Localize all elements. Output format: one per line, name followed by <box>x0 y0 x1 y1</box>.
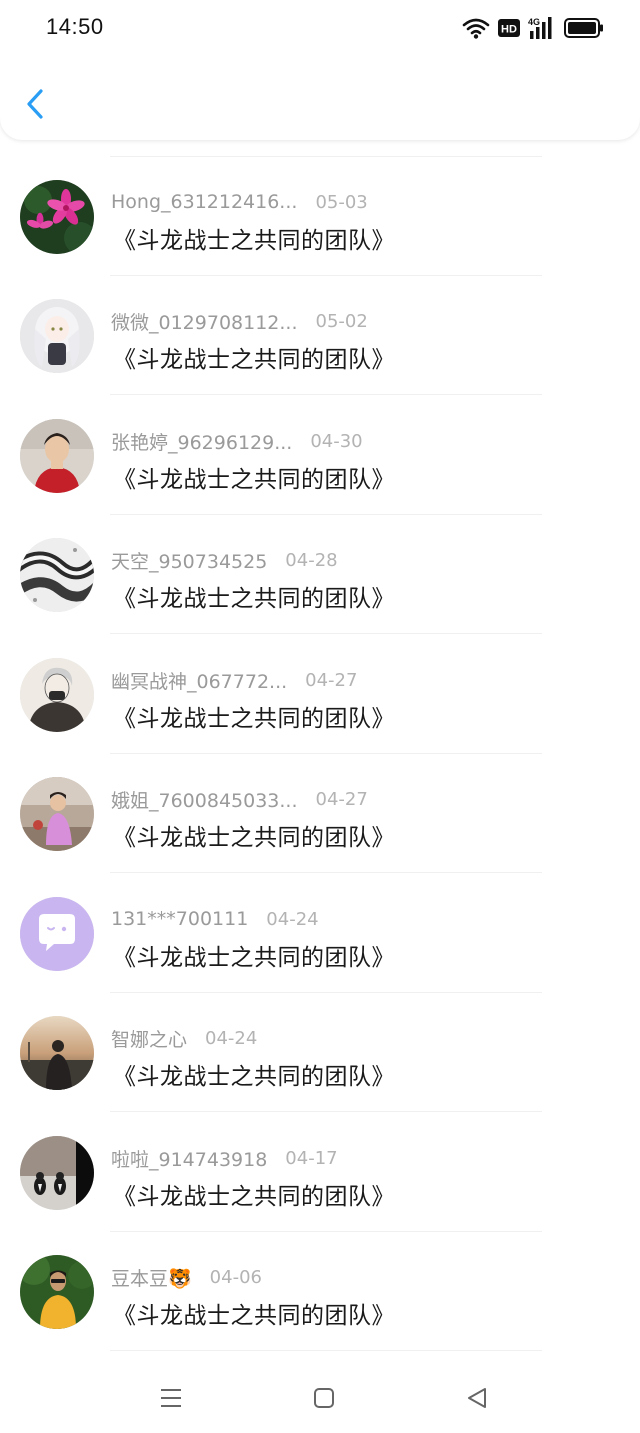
hd-icon: HD <box>498 19 520 37</box>
message-date: 04-24 <box>205 1027 258 1049</box>
message-text[interactable]: 《斗龙战士之共同的团队》 <box>113 938 395 972</box>
username[interactable]: 智娜之心 <box>111 1025 187 1052</box>
username[interactable]: Hong_631212416... <box>111 191 297 213</box>
message-date: 04-06 <box>209 1266 262 1288</box>
list-item[interactable]: 豆本豆🐯 04-06 《斗龙战士之共同的团队》 <box>0 1232 640 1351</box>
signal-4g-icon: 4G <box>528 16 556 40</box>
message-text[interactable]: 《斗龙战士之共同的团队》 <box>113 1057 395 1091</box>
avatar[interactable] <box>20 538 94 612</box>
home-button[interactable] <box>304 1378 344 1418</box>
menu-icon <box>161 1389 181 1407</box>
avatar[interactable] <box>20 1136 94 1210</box>
avatar[interactable] <box>20 777 94 851</box>
message-date: 04-27 <box>315 788 368 810</box>
message-text[interactable]: 《斗龙战士之共同的团队》 <box>113 460 395 494</box>
message-text[interactable]: 《斗龙战士之共同的团队》 <box>113 340 395 374</box>
username[interactable]: 幽冥战神_067772... <box>111 667 287 694</box>
username[interactable]: 天空_950734525 <box>111 547 267 574</box>
list-item[interactable]: 娥姐_7600845033... 04-27 《斗龙战士之共同的团队》 <box>0 754 640 873</box>
list-item[interactable]: 智娜之心 04-24 《斗龙战士之共同的团队》 <box>0 993 640 1112</box>
message-text[interactable]: 《斗龙战士之共同的团队》 <box>113 699 395 733</box>
svg-text:HD: HD <box>501 24 517 36</box>
message-date: 04-17 <box>285 1147 338 1169</box>
message-date: 05-02 <box>315 310 368 332</box>
username[interactable]: 131***700111 <box>111 908 248 930</box>
username[interactable]: 微微_0129708112... <box>111 308 298 335</box>
menu-button[interactable] <box>151 1378 191 1418</box>
list-item[interactable]: 张艳婷_96296129... 04-30 《斗龙战士之共同的团队》 <box>0 396 640 515</box>
home-icon <box>314 1388 334 1408</box>
username[interactable]: 张艳婷_96296129... <box>111 428 292 455</box>
wifi-icon <box>462 16 490 40</box>
avatar[interactable] <box>20 1255 94 1329</box>
divider <box>110 633 542 634</box>
list-item[interactable]: 131***700111 04-24 《斗龙战士之共同的团队》 <box>0 874 640 993</box>
back-triangle-icon <box>468 1388 486 1408</box>
list-item[interactable]: 啦啦_914743918 04-17 《斗龙战士之共同的团队》 <box>0 1113 640 1232</box>
list-item[interactable]: 幽冥战神_067772... 04-27 《斗龙战士之共同的团队》 <box>0 635 640 754</box>
message-date: 05-03 <box>315 191 368 213</box>
username[interactable]: 啦啦_914743918 <box>111 1145 267 1172</box>
list-item[interactable]: Hong_631212416... 05-03 《斗龙战士之共同的团队》 <box>0 157 640 276</box>
system-nav-bar <box>0 1356 640 1433</box>
status-time: 14:50 <box>46 14 104 39</box>
message-text[interactable]: 《斗龙战士之共同的团队》 <box>113 818 395 852</box>
divider <box>110 1111 542 1112</box>
divider <box>110 872 542 873</box>
avatar[interactable] <box>20 299 94 373</box>
message-date: 04-27 <box>305 669 358 691</box>
list-item[interactable]: 天空_950734525 04-28 《斗龙战士之共同的团队》 <box>0 515 640 634</box>
system-back-button[interactable] <box>457 1378 497 1418</box>
avatar[interactable] <box>20 897 94 971</box>
avatar[interactable] <box>20 419 94 493</box>
top-header: 14:50 HD 4G <box>0 0 640 140</box>
chevron-left-icon <box>27 89 43 119</box>
username[interactable]: 豆本豆🐯 <box>111 1264 192 1291</box>
battery-icon <box>564 18 604 38</box>
message-text[interactable]: 《斗龙战士之共同的团队》 <box>113 1177 395 1211</box>
message-text[interactable]: 《斗龙战士之共同的团队》 <box>113 221 395 255</box>
status-bar: 14:50 HD 4G <box>0 0 640 58</box>
list-item[interactable]: 微微_0129708112... 05-02 《斗龙战士之共同的团队》 <box>0 276 640 395</box>
message-text[interactable]: 《斗龙战士之共同的团队》 <box>113 1296 395 1330</box>
divider <box>110 1350 542 1351</box>
avatar[interactable] <box>20 180 94 254</box>
message-date: 04-30 <box>310 430 363 452</box>
divider <box>110 394 542 395</box>
message-text[interactable]: 《斗龙战士之共同的团队》 <box>113 579 395 613</box>
message-date: 04-24 <box>266 908 319 930</box>
message-date: 04-28 <box>285 549 338 571</box>
status-icons: HD 4G <box>462 14 604 42</box>
avatar[interactable] <box>20 658 94 732</box>
username[interactable]: 娥姐_7600845033... <box>111 786 298 813</box>
back-button[interactable] <box>18 82 52 126</box>
svg-text:4G: 4G <box>528 17 540 27</box>
avatar[interactable] <box>20 1016 94 1090</box>
